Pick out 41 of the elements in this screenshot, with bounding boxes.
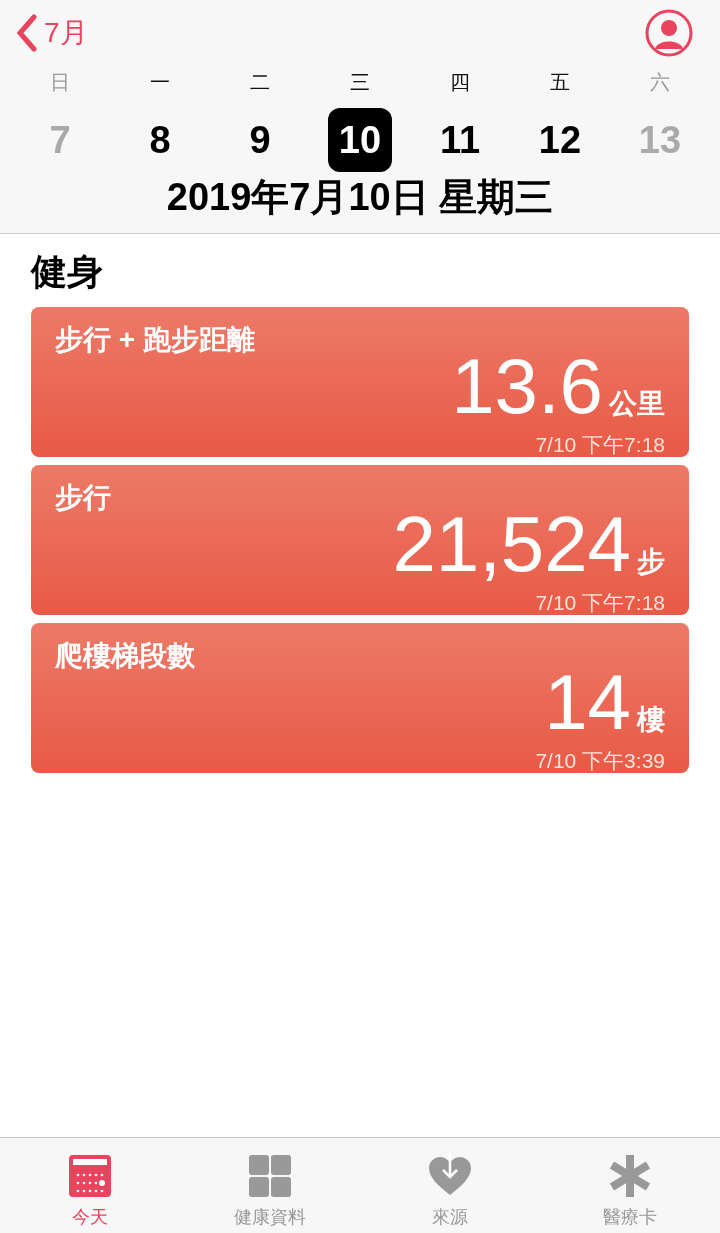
grid-icon <box>247 1153 293 1199</box>
chevron-left-icon <box>16 14 38 52</box>
weekday-label: 四 <box>449 70 471 95</box>
profile-avatar-icon[interactable] <box>645 9 693 57</box>
tab-item[interactable]: 今天 <box>0 1138 180 1233</box>
weekday-label: 五 <box>549 70 571 95</box>
metric-value: 14 <box>544 661 631 743</box>
metric-card[interactable]: 步行 + 跑步距離 13.6 公里 7/10 下午7:18 <box>31 307 689 457</box>
weekday-label: 一 <box>149 70 171 95</box>
metric-unit: 步 <box>637 545 665 579</box>
back-button[interactable]: 7月 <box>16 14 88 52</box>
weekday-label: 三 <box>349 70 371 95</box>
day-button[interactable]: 10 <box>328 108 392 172</box>
metric-time: 7/10 下午7:18 <box>534 432 665 458</box>
metric-title: 步行 <box>55 481 112 515</box>
metric-value: 21,524 <box>392 503 631 585</box>
metric-value: 13.6 <box>451 345 603 427</box>
day-button[interactable]: 7 <box>28 108 92 172</box>
day-button[interactable]: 9 <box>228 108 292 172</box>
weekday-label: 日 <box>49 70 71 95</box>
day-button[interactable]: 11 <box>428 108 492 172</box>
day-button[interactable]: 8 <box>128 108 192 172</box>
day-button[interactable]: 12 <box>528 108 592 172</box>
metric-unit: 樓 <box>637 703 665 737</box>
metric-card[interactable]: 步行 21,524 步 7/10 下午7:18 <box>31 465 689 615</box>
tab-item[interactable]: 健康資料 <box>180 1138 360 1233</box>
day-button[interactable]: 13 <box>628 108 692 172</box>
tab-item[interactable]: 來源 <box>360 1138 540 1233</box>
weekday-label: 二 <box>249 70 271 95</box>
asterisk-icon <box>607 1153 653 1199</box>
metric-title: 步行 + 跑步距離 <box>55 323 256 357</box>
weekday-label: 六 <box>649 70 671 95</box>
metric-card[interactable]: 爬樓梯段數 14 樓 7/10 下午3:39 <box>31 623 689 773</box>
full-date: 2019年7月10日 星期三 <box>165 175 555 220</box>
metric-title: 爬樓梯段數 <box>55 639 196 673</box>
section-title: 健身 <box>31 250 104 294</box>
metric-time: 7/10 下午7:18 <box>534 590 665 616</box>
tab-item[interactable]: 醫療卡 <box>540 1138 720 1233</box>
metric-time: 7/10 下午3:39 <box>534 748 665 774</box>
calendar-icon <box>67 1153 113 1199</box>
metric-unit: 公里 <box>609 387 665 421</box>
